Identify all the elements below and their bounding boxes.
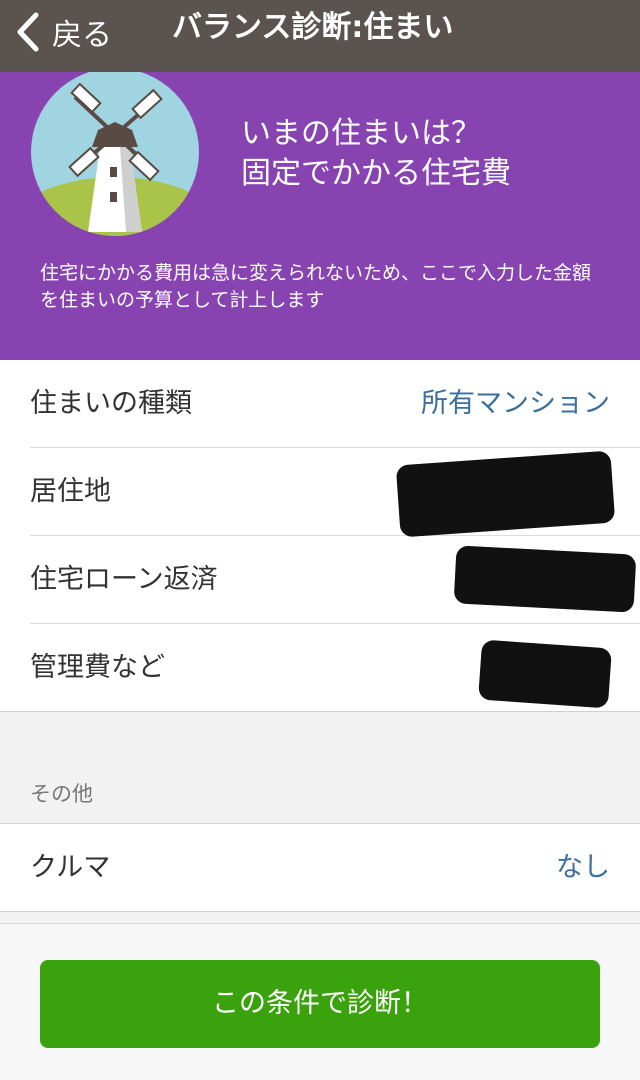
hero-banner: いまの住まいは？ 固定でかかる住宅費 住宅にかかる費用は急に変えられないため、こ… xyxy=(0,72,640,360)
redaction-mark xyxy=(478,639,612,709)
page-title: バランス診断:住まい xyxy=(172,10,454,45)
hero-title-line2: 固定でかかる住宅費 xyxy=(241,156,511,191)
row-label: クルマ xyxy=(30,852,111,883)
redaction-mark xyxy=(453,545,637,613)
row-mortgage[interactable]: 住宅ローン返済 xyxy=(30,536,640,624)
hero-description: 住宅にかかる費用は急に変えられないため、ここで入力した金額を住まいの予算として計… xyxy=(40,262,592,311)
diagnose-button[interactable]: この条件で診断！ xyxy=(40,960,600,1048)
hero-title: いまの住まいは？ 固定でかかる住宅費 xyxy=(241,114,511,194)
row-label: 管理費など xyxy=(30,652,165,683)
section-header-other: その他 xyxy=(30,782,93,806)
hero-title-line1: いまの住まいは？ xyxy=(241,116,481,151)
row-value: なし xyxy=(556,852,610,883)
other-settings-list: クルマ なし xyxy=(0,823,640,912)
row-housing-type[interactable]: 住まいの種類 所有マンション xyxy=(30,360,640,448)
row-residence[interactable]: 居住地 xyxy=(30,448,640,538)
redaction-mark xyxy=(395,450,616,538)
row-label: 居住地 xyxy=(30,476,111,507)
footer-bar: この条件で診断！ xyxy=(0,923,640,1080)
housing-settings-list: 住まいの種類 所有マンション 居住地 住宅ローン返済 管理費など xyxy=(0,360,640,712)
back-label: 戻る xyxy=(52,18,112,53)
row-management-fee[interactable]: 管理費など xyxy=(30,624,640,711)
row-car[interactable]: クルマ なし xyxy=(30,824,640,911)
row-label: 住宅ローン返済 xyxy=(30,564,218,595)
row-value: 所有マンション xyxy=(421,388,610,419)
windmill-icon xyxy=(31,72,199,236)
chevron-left-icon xyxy=(17,12,39,52)
back-button[interactable]: 戻る xyxy=(14,8,112,56)
navigation-bar: 戻る バランス診断:住まい xyxy=(0,0,640,72)
row-label: 住まいの種類 xyxy=(30,388,192,419)
